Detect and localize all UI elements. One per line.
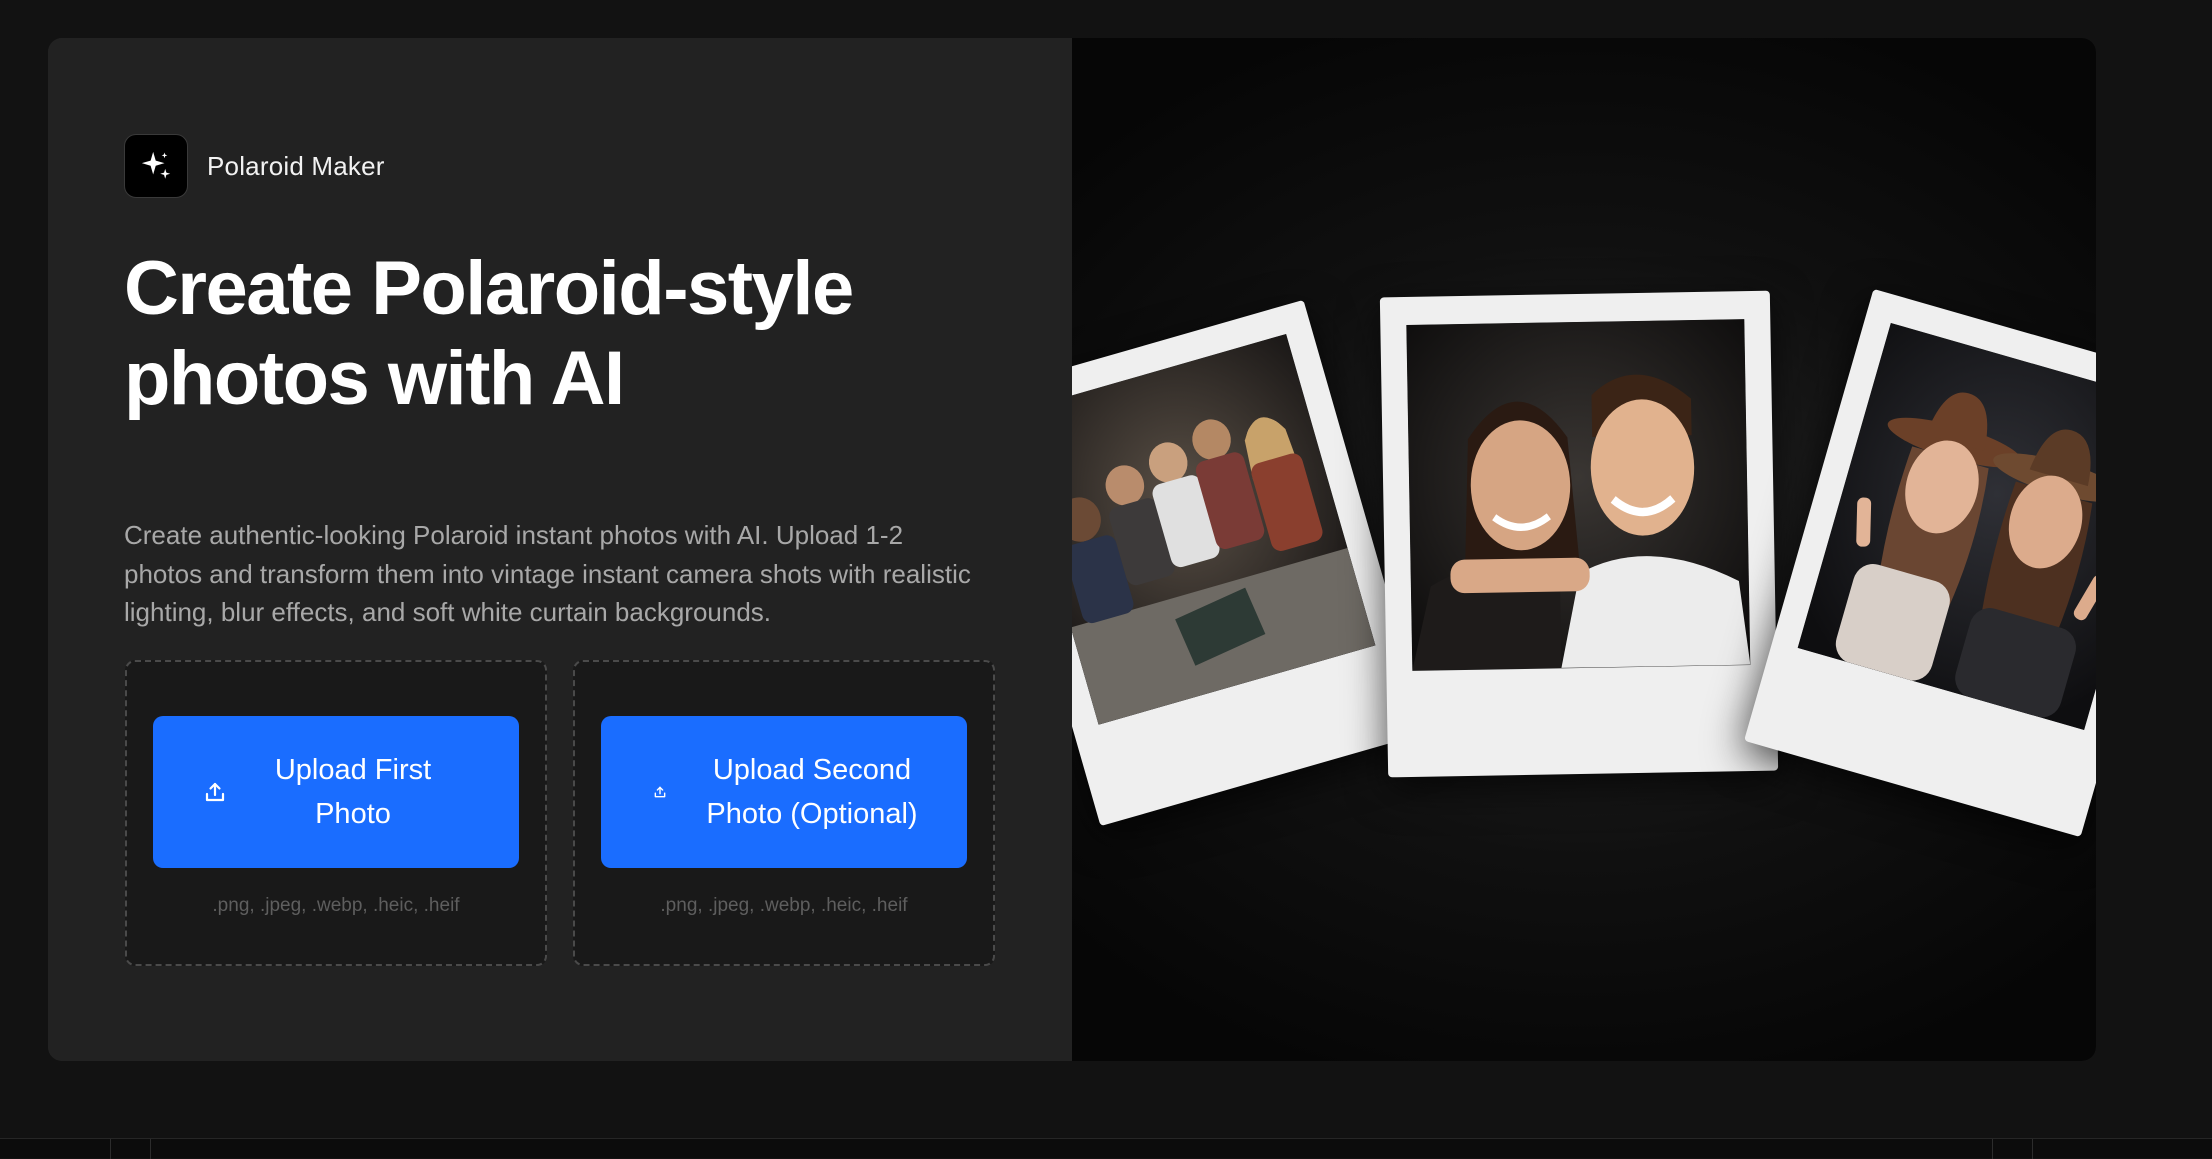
preview-image-panel xyxy=(1072,38,2096,1061)
accepted-formats-text: .png, .jpeg, .webp, .heic, .heif xyxy=(212,895,460,916)
page-title: Create Polaroid-style photos with AI xyxy=(124,246,854,421)
photo-friends-hats xyxy=(1797,322,2096,731)
polaroid-photo-group xyxy=(1072,299,1428,827)
upload-second-photo-button[interactable]: Upload Second Photo (Optional) xyxy=(601,716,967,868)
photo-friends-group xyxy=(1072,333,1376,725)
first-photo-dropzone[interactable]: Upload First Photo .png, .jpeg, .webp, .… xyxy=(125,660,547,966)
polaroid-photo-hats xyxy=(1744,288,2096,838)
strip-divider xyxy=(110,1139,111,1159)
second-photo-dropzone[interactable]: Upload Second Photo (Optional) .png, .jp… xyxy=(573,660,995,966)
sparkles-icon xyxy=(124,134,188,198)
bottom-strip xyxy=(0,1138,2212,1159)
strip-divider xyxy=(2032,1139,2033,1159)
photo-couple-selfie xyxy=(1406,319,1751,671)
upload-second-photo-label: Upload Second Photo (Optional) xyxy=(706,754,918,830)
upload-first-photo-label: Upload First Photo xyxy=(274,754,432,830)
left-panel: Polaroid Maker Create Polaroid-style pho… xyxy=(48,38,1072,1061)
strip-divider xyxy=(1992,1139,1993,1159)
strip-divider xyxy=(150,1139,151,1159)
brand: Polaroid Maker xyxy=(124,134,385,198)
page-description: Create authentic-looking Polaroid instan… xyxy=(124,520,971,627)
polaroid-photo-couple xyxy=(1379,290,1779,778)
main-card: Polaroid Maker Create Polaroid-style pho… xyxy=(48,38,2096,1061)
upload-icon xyxy=(653,785,667,799)
upload-first-photo-button[interactable]: Upload First Photo xyxy=(153,716,519,868)
accepted-formats-text: .png, .jpeg, .webp, .heic, .heif xyxy=(660,895,908,916)
brand-name: Polaroid Maker xyxy=(207,150,385,181)
upload-icon xyxy=(203,780,227,804)
